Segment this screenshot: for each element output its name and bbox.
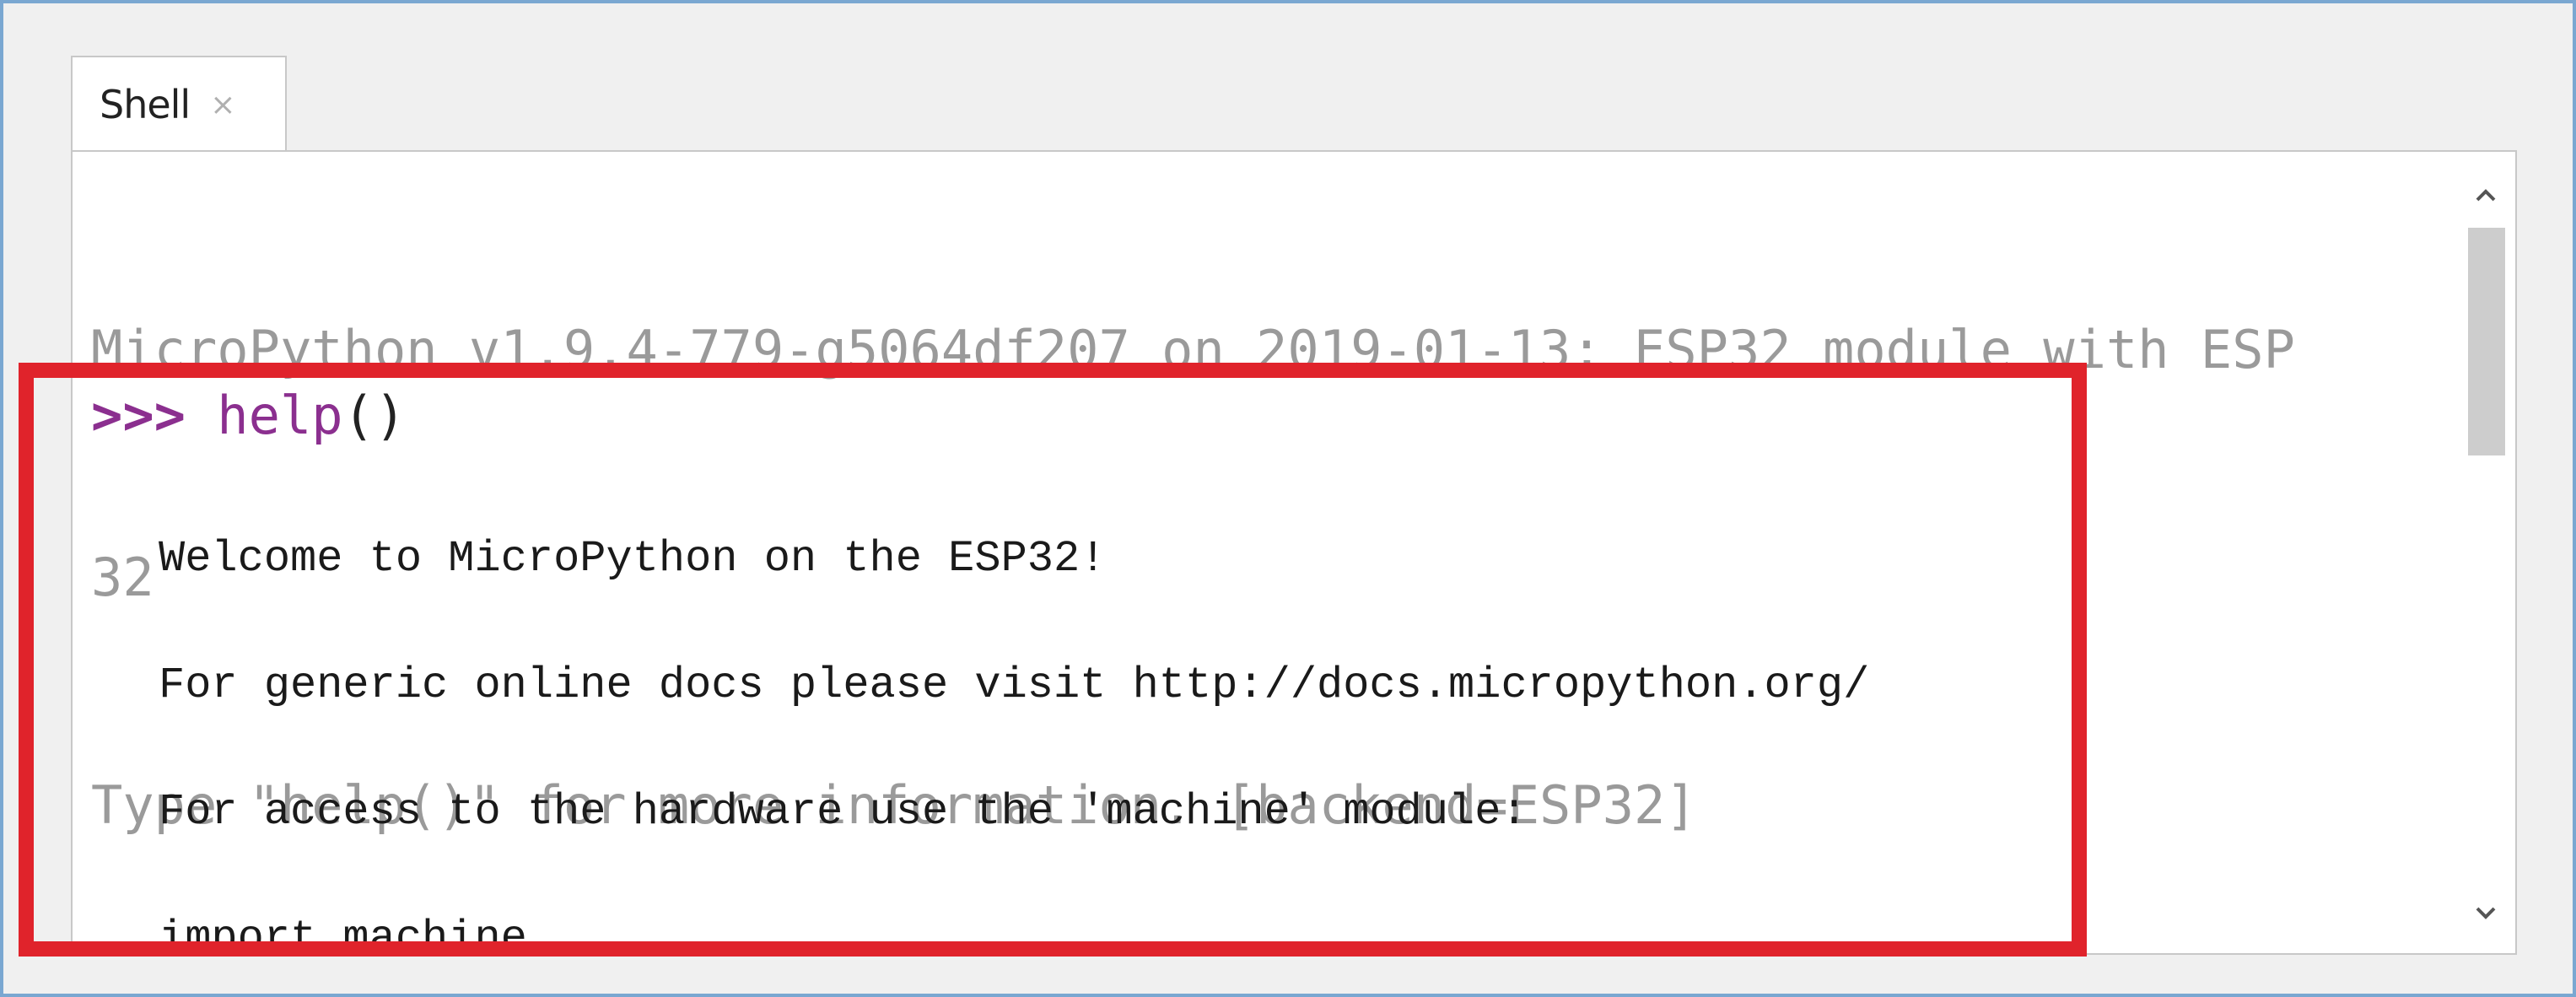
scrollbar-thumb[interactable] [2468,228,2505,455]
console-text[interactable]: MicroPython v1.9.4-779-g5064df207 on 201… [73,152,2460,953]
output-line: Welcome to MicroPython on the ESP32! [159,534,1107,584]
banner-line: MicroPython v1.9.4-779-g5064df207 on 201… [91,319,2295,380]
prompt-line: >>> help() [91,378,406,454]
shell-window: Shell × MicroPython v1.9.4-779-g5064df20… [0,0,2576,997]
tab-shell[interactable]: Shell × [71,56,287,152]
shell-console-area[interactable]: MicroPython v1.9.4-779-g5064df207 on 201… [71,150,2517,955]
help-output: Welcome to MicroPython on the ESP32! For… [159,496,1869,953]
output-line: import machine [159,913,527,953]
close-icon[interactable]: × [210,88,235,122]
chevron-down-icon[interactable] [2456,879,2515,946]
output-line: For generic online docs please visit htt… [159,660,1870,710]
prompt-parens: () [342,385,407,446]
tab-shell-label: Shell [100,82,191,127]
vertical-scrollbar[interactable] [2456,152,2515,953]
output-line: For access to the hardware use the 'mach… [159,787,1528,837]
chevron-up-icon[interactable] [2456,162,2515,229]
prompt-symbol: >>> [91,385,186,446]
prompt-command: help [185,385,343,446]
